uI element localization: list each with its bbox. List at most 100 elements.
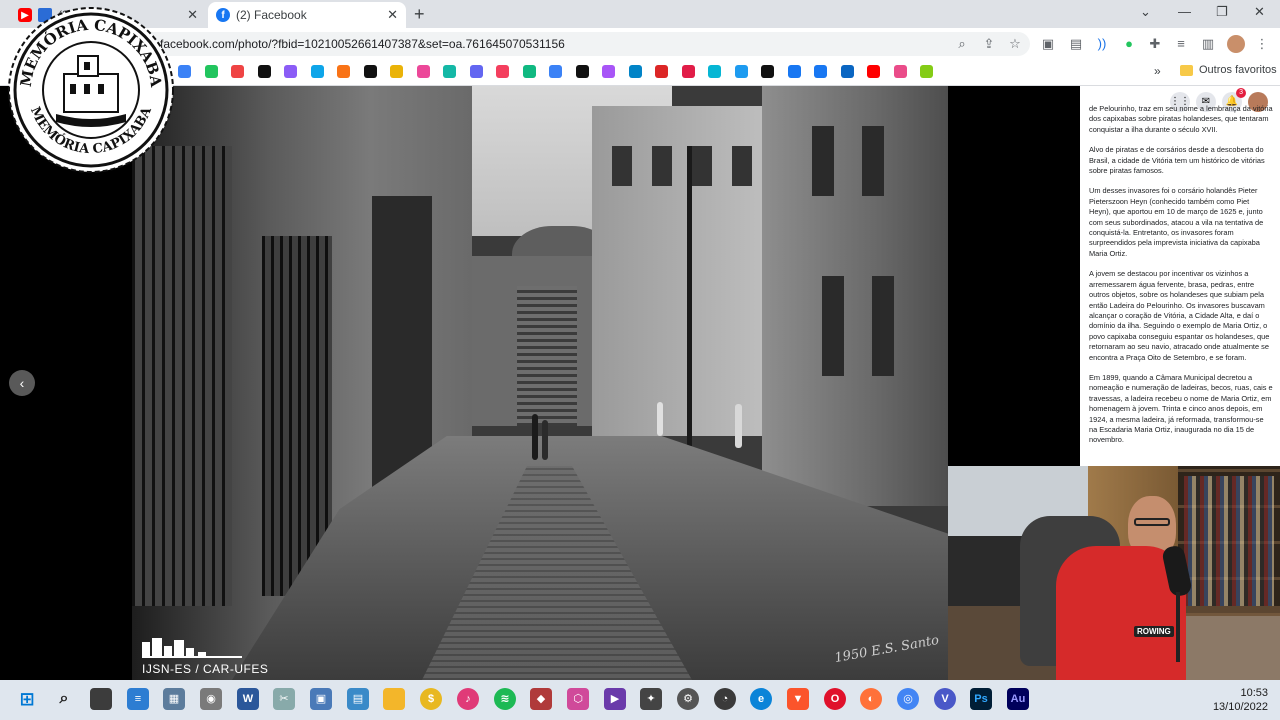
bookmark-favicon-icon[interactable]: [787, 65, 801, 78]
photos-icon[interactable]: ▣: [310, 688, 332, 710]
bookmark-favicon-icon[interactable]: [549, 65, 562, 78]
notepad-icon[interactable]: ≡: [127, 688, 149, 710]
close-tab-icon[interactable]: ✕: [187, 7, 198, 23]
bookmark-favicon-icon[interactable]: [575, 65, 589, 78]
snipping-tool-icon[interactable]: ✂: [273, 688, 295, 710]
caption-paragraph: Alvo de piratas e de corsários desde a d…: [1089, 145, 1265, 176]
bookmark-favicon-icon[interactable]: [284, 65, 297, 78]
camera-icon[interactable]: ◉: [200, 688, 222, 710]
opera-icon[interactable]: O: [824, 688, 846, 710]
historic-street-photo: 1950 E.S. Santo: [132, 86, 948, 680]
vivaldi-icon[interactable]: V: [934, 688, 956, 710]
bookmark-favicon-icon[interactable]: [628, 65, 642, 78]
bookmark-favicon-icon[interactable]: [522, 65, 536, 78]
bookmark-favicon-icon[interactable]: [893, 65, 907, 78]
app-icon[interactable]: ◔: [714, 688, 736, 710]
bookmark-favicon-icon[interactable]: [178, 65, 191, 78]
bookmarks-overflow-icon[interactable]: »: [1154, 64, 1161, 78]
edge-icon[interactable]: e: [750, 688, 772, 710]
clock-date: 13/10/2022: [1212, 701, 1268, 713]
extension-green-icon[interactable]: ●: [1121, 36, 1137, 52]
new-tab-button[interactable]: +: [414, 4, 425, 25]
menu-kebab-icon[interactable]: ⋮: [1254, 36, 1270, 52]
url-text[interactable]: facebook.com/photo/?fbid=102100526614073…: [160, 37, 565, 51]
profile-avatar[interactable]: [1227, 35, 1245, 53]
brave-icon[interactable]: ▼: [787, 688, 809, 710]
app-icon[interactable]: ⬡: [567, 688, 589, 710]
bookmark-favicon-icon[interactable]: [708, 65, 721, 78]
search-icon[interactable]: ⌕: [53, 688, 75, 710]
caption-paragraph: A jovem se destacou por incentivar os vi…: [1089, 269, 1270, 362]
puzzle-icon[interactable]: ✚: [1147, 36, 1163, 52]
caption-paragraph: Em 1899, quando a Câmara Municipal decre…: [1089, 372, 1273, 445]
notification-badge: 3: [1236, 88, 1246, 98]
caption-paragraph: de Pelourinho, traz em seu nome a lembra…: [1089, 104, 1273, 134]
firefox-icon[interactable]: ◐: [860, 688, 882, 710]
taskbar-clock[interactable]: 10:53 13/10/2022: [1212, 686, 1268, 714]
share-icon[interactable]: ⇪: [981, 36, 997, 52]
tab-facebook[interactable]: f (2) Facebook ✕: [208, 2, 406, 28]
bookmark-favicon-icon[interactable]: [496, 65, 509, 78]
tab-strip: ▶ (3) F... Lula ✕ f (2) Facebook ✕ + ⌄ —…: [0, 0, 1280, 28]
windows-start-icon[interactable]: ⊞: [16, 688, 38, 710]
bookmark-favicon-icon[interactable]: [231, 65, 244, 78]
minimize-button[interactable]: —: [1178, 4, 1191, 19]
app-icon[interactable]: ✦: [640, 688, 662, 710]
bookmark-favicon-icon[interactable]: [204, 65, 218, 78]
chrome-icon[interactable]: ◎: [897, 688, 919, 710]
bookmark-favicon-icon[interactable]: [840, 65, 854, 78]
close-tab-icon[interactable]: ✕: [387, 7, 398, 23]
bookmark-favicon-icon[interactable]: [867, 65, 880, 78]
bookmark-favicon-icon[interactable]: [602, 65, 615, 78]
ijsn-logo-icon: [142, 634, 242, 658]
webcam-overlay: ROWING: [948, 466, 1280, 680]
tab-search-icon[interactable]: ⌄: [1140, 4, 1151, 20]
word-icon[interactable]: W: [237, 688, 259, 710]
folder-icon: [1180, 64, 1193, 76]
shirt-text: ROWING: [1134, 626, 1174, 637]
bookmark-favicon-icon[interactable]: [257, 65, 271, 78]
bookmark-favicon-icon[interactable]: [920, 65, 933, 78]
other-favorites-label: Outros favoritos: [1199, 64, 1277, 76]
media-player-icon[interactable]: ▶: [604, 688, 626, 710]
bookmark-favicon-icon[interactable]: [390, 65, 403, 78]
bookmark-favicon-icon[interactable]: [681, 65, 695, 78]
bookmark-favicon-icon[interactable]: [363, 65, 377, 78]
audition-icon[interactable]: Au: [1007, 688, 1029, 710]
itunes-icon[interactable]: ♪: [457, 688, 479, 710]
bookmark-favicon-icon[interactable]: [469, 65, 483, 78]
read-aloud-icon[interactable]: )): [1094, 36, 1110, 52]
maximize-button[interactable]: ❐: [1216, 4, 1228, 20]
app-icon[interactable]: ◆: [530, 688, 552, 710]
media-icon[interactable]: ≡: [1173, 36, 1189, 52]
extension-icon[interactable]: ▣: [1040, 36, 1056, 52]
bookmark-star-icon[interactable]: ☆: [1007, 36, 1023, 52]
other-favorites[interactable]: Outros favoritos: [1180, 64, 1277, 76]
settings-icon[interactable]: ⚙: [677, 688, 699, 710]
facebook-icon: f: [216, 8, 230, 22]
close-window-button[interactable]: ✕: [1254, 4, 1265, 20]
bookmark-favicon-icon[interactable]: [416, 65, 430, 78]
control-panel-icon[interactable]: ▤: [347, 688, 369, 710]
tab-title: (2) Facebook: [236, 8, 307, 22]
photoshop-icon[interactable]: Ps: [970, 688, 992, 710]
task-view-icon[interactable]: [90, 688, 112, 710]
clock-time: 10:53: [1240, 687, 1268, 699]
previous-photo-button[interactable]: ‹: [9, 370, 35, 396]
bookmark-favicon-icon[interactable]: [734, 65, 748, 78]
extension-icon[interactable]: ▤: [1068, 36, 1084, 52]
bookmark-favicon-icon[interactable]: [337, 65, 350, 78]
post-caption: de Pelourinho, traz em seu nome a lembra…: [1089, 104, 1273, 456]
file-explorer-icon[interactable]: [383, 688, 405, 710]
zoom-icon[interactable]: ⌕: [954, 36, 970, 52]
bookmark-favicon-icon[interactable]: [761, 65, 774, 78]
calculator-icon[interactable]: ▦: [163, 688, 185, 710]
coin-app-icon[interactable]: $: [420, 688, 442, 710]
bookmark-favicon-icon[interactable]: [814, 65, 827, 78]
bookmark-favicon-icon[interactable]: [443, 65, 456, 78]
bookmark-favicon-icon[interactable]: [655, 65, 668, 78]
side-panel-icon[interactable]: ▥: [1200, 36, 1216, 52]
bookmark-favicon-icon[interactable]: [310, 65, 324, 78]
caption-paragraph: Um desses invasores foi o corsário holan…: [1089, 186, 1264, 258]
spotify-icon[interactable]: ≋: [494, 688, 516, 710]
